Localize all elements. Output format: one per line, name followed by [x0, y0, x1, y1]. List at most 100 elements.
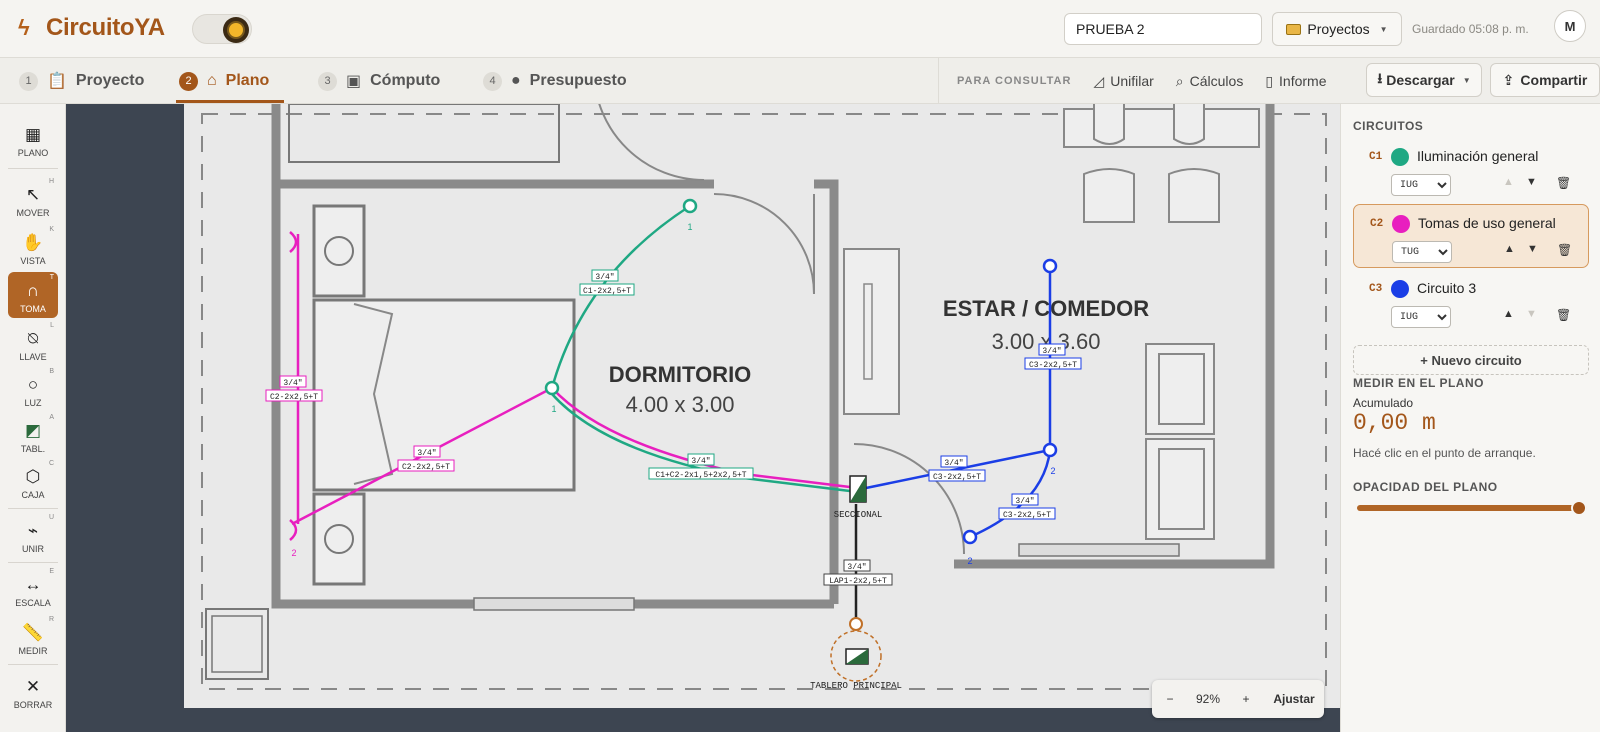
plan-canvas[interactable]: DORMITORIO 4.00 x 3.00 ESTAR / COMEDOR 3…	[66, 104, 1340, 732]
share-icon: ⇪	[1502, 71, 1515, 88]
move-down-icon[interactable]: ▼	[1527, 243, 1538, 255]
wardrobe	[288, 104, 560, 163]
move-down-icon[interactable]: ▼	[1526, 176, 1537, 188]
tab-presupuesto[interactable]: 4 ● Presupuesto	[483, 58, 627, 104]
opacity-title: OPACIDAD DEL PLANO	[1353, 480, 1498, 494]
opacity-slider-handle[interactable]	[1571, 500, 1587, 516]
step-number: 4	[483, 71, 502, 91]
map-icon: ▦	[24, 125, 42, 144]
unifilar-link[interactable]: ◿ Unifilar	[1093, 73, 1153, 90]
opacity-slider[interactable]	[1357, 505, 1587, 511]
floor-plan-drawing: DORMITORIO 4.00 x 3.00 ESTAR / COMEDOR 3…	[201, 104, 1327, 691]
tab-plano[interactable]: 2 ⌂ Plano	[179, 58, 269, 104]
tab-computo[interactable]: 3 ▣ Cómputo	[318, 58, 440, 104]
step-number: 3	[318, 71, 337, 91]
trash-icon[interactable]: 🗑	[1556, 308, 1571, 322]
zoom-in-button[interactable]: +	[1228, 680, 1264, 718]
search-icon: ⌕	[1175, 72, 1184, 89]
tool-toma[interactable]: T ∩ TOMA	[8, 272, 58, 318]
theme-toggle[interactable]	[192, 14, 252, 44]
accumulated-value: 0,00 m	[1353, 410, 1436, 436]
tool-caja[interactable]: C ⬡ CAJA	[8, 458, 58, 504]
shortcut-key: K	[49, 226, 54, 233]
shortcut-key: B	[49, 368, 54, 375]
project-name-input[interactable]	[1064, 13, 1262, 45]
move-up-icon[interactable]: ▲	[1503, 308, 1514, 320]
tool-unir[interactable]: U ⌁ UNIR	[8, 512, 58, 558]
nightstand	[312, 204, 366, 298]
pipe-label: 3/4"	[1015, 497, 1034, 506]
share-button[interactable]: ⇪ Compartir	[1490, 63, 1600, 97]
new-circuit-button[interactable]: + Nuevo circuito	[1353, 345, 1589, 375]
cable-label-c2: C2-2x2,5+T	[270, 393, 318, 402]
node-number: 1	[551, 404, 556, 414]
panel-icon: ◩	[24, 421, 42, 440]
chevron-down-icon: ▼	[1379, 24, 1388, 34]
tool-label: PLANO	[17, 148, 49, 158]
consult-group: PARA CONSULTAR ◿ Unifilar ⌕ Cálculos ▯ Info…	[938, 58, 1327, 104]
money-bag-icon: ●	[511, 72, 521, 89]
hand-icon: ✋	[22, 233, 44, 252]
zoom-controls: − 92% + Ajustar	[1152, 680, 1324, 718]
share-label: Compartir	[1520, 72, 1588, 88]
tool-medir[interactable]: R 📏 MEDIR	[8, 614, 58, 660]
tool-vista[interactable]: K ✋ VISTA	[8, 224, 58, 270]
informe-label: Informe	[1279, 73, 1327, 89]
sun-icon	[223, 17, 249, 43]
tab-proyecto[interactable]: 1 📋 Proyecto	[19, 58, 144, 104]
trash-icon[interactable]: 🗑	[1556, 176, 1571, 190]
shortcut-key: U	[48, 514, 54, 521]
tool-label: LLAVE	[19, 352, 47, 362]
circuit-color[interactable]	[1392, 215, 1410, 233]
tool-label: BORRAR	[13, 700, 53, 710]
circuit-name[interactable]: Iluminación general	[1417, 148, 1538, 164]
app-name: CircuitoYA	[46, 14, 165, 41]
circuit-name[interactable]: Circuito 3	[1417, 280, 1476, 296]
switch-icon: ⍉	[27, 329, 39, 348]
circuit-item-c1[interactable]: C1 Iluminación general IUG ▲ ▼ 🗑	[1353, 138, 1589, 202]
cable-label-c3: C3-2x2,5+T	[933, 473, 981, 482]
app-logo: ϟ CircuitoYA	[18, 14, 165, 42]
move-up-icon[interactable]: ▲	[1504, 243, 1515, 255]
scale-icon: ↔	[24, 575, 42, 594]
trash-icon[interactable]: 🗑	[1557, 243, 1572, 257]
circuit-type-select[interactable]: IUG	[1391, 174, 1451, 196]
box-hex-icon: ⬡	[25, 467, 41, 486]
tool-escala[interactable]: E ↔ ESCALA	[8, 566, 58, 612]
pipe-label: 3/4"	[283, 379, 302, 388]
step-number: 1	[19, 71, 38, 91]
floor-plan[interactable]: DORMITORIO 4.00 x 3.00 ESTAR / COMEDOR 3…	[184, 104, 1340, 708]
calculos-label: Cálculos	[1189, 73, 1244, 89]
divider	[8, 562, 58, 563]
move-down-icon: ▼	[1526, 308, 1537, 320]
projects-button[interactable]: Proyectos ▼	[1272, 12, 1402, 46]
circuit-type-select[interactable]: IUG	[1391, 306, 1451, 328]
circuit-name[interactable]: Tomas de uso general	[1418, 215, 1556, 231]
tool-borrar[interactable]: ✕ BORRAR	[8, 668, 58, 714]
circuit-color[interactable]	[1391, 148, 1409, 166]
circuit-color[interactable]	[1391, 280, 1409, 298]
pipe-label: 3/4"	[595, 273, 614, 282]
informe-link[interactable]: ▯ Informe	[1265, 73, 1326, 90]
circuit-type-select[interactable]: TUG	[1392, 241, 1452, 263]
tab-label: Plano	[225, 72, 270, 89]
chevron-down-icon: ▼	[1462, 75, 1471, 85]
tool-label: UNIR	[22, 544, 44, 554]
tab-label: Presupuesto	[529, 72, 627, 89]
calculos-link[interactable]: ⌕ Cálculos	[1176, 73, 1244, 90]
circuit-item-c2[interactable]: C2 Tomas de uso general TUG ▲ ▼ 🗑	[1353, 204, 1589, 268]
pipe-label: 3/4"	[1042, 347, 1061, 356]
tool-mover[interactable]: H ↖ MOVER	[8, 176, 58, 222]
node-number: 1	[687, 222, 692, 232]
zoom-out-button[interactable]: −	[1152, 680, 1188, 718]
avatar[interactable]: M	[1554, 10, 1586, 42]
download-button[interactable]: ⭳ Descargar ▼	[1366, 63, 1482, 97]
download-label: Descargar	[1386, 72, 1455, 88]
tool-luz[interactable]: B ○ LUZ	[8, 366, 58, 412]
tool-plano[interactable]: ▦ PLANO	[8, 116, 58, 162]
tool-llave[interactable]: L ⍉ LLAVE	[8, 320, 58, 366]
tool-tablero[interactable]: A ◩ TABL.	[8, 412, 58, 458]
fit-button[interactable]: Ajustar	[1264, 680, 1324, 718]
room1-size: 4.00 x 3.00	[626, 392, 735, 417]
circuit-item-c3[interactable]: C3 Circuito 3 IUG ▲ ▼ 🗑	[1353, 270, 1589, 334]
